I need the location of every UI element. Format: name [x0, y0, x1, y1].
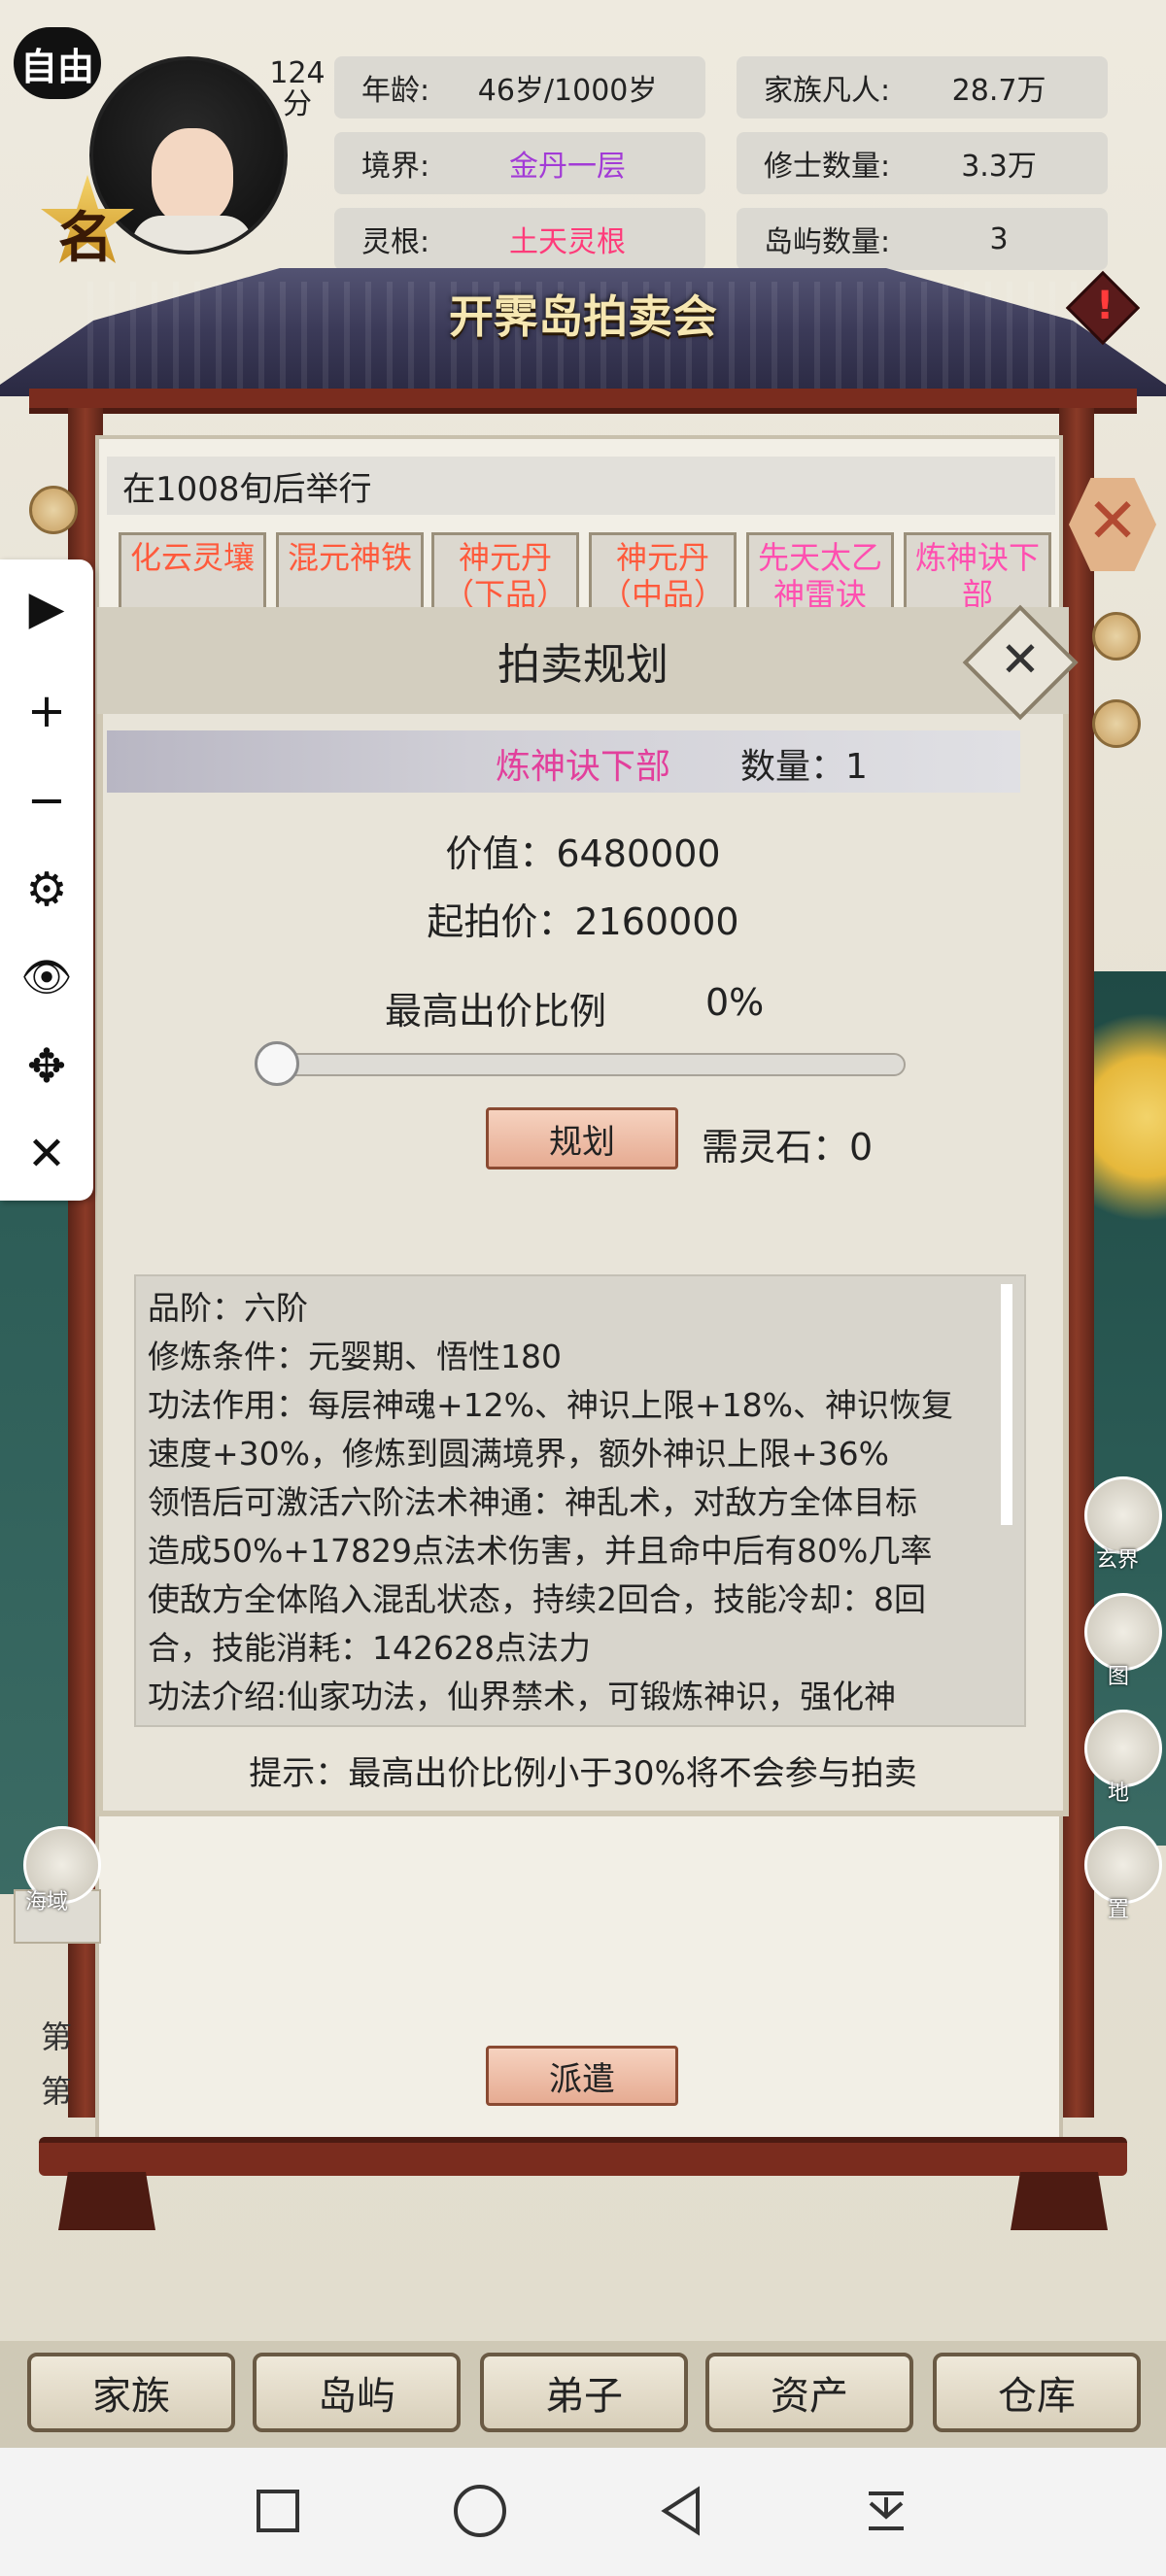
- base-foot-left: [58, 2172, 155, 2230]
- background-sea-left: [0, 1117, 78, 1894]
- map-label-land: 地: [1108, 1781, 1130, 1806]
- square-icon: [257, 2490, 299, 2532]
- coin-icon: [29, 486, 78, 534]
- move-icon[interactable]: ✥: [0, 1028, 93, 1105]
- bottom-nav-button[interactable]: 仓库: [933, 2353, 1141, 2432]
- download-icon: [869, 2491, 904, 2530]
- stat-realm: 境界: 金丹一层: [334, 132, 705, 194]
- gear-icon[interactable]: ⚙: [0, 851, 93, 929]
- circle-icon: [454, 2485, 506, 2537]
- stat-age-value: 46岁/1000岁: [477, 74, 658, 108]
- item-start-price: 起拍价：2160000: [427, 900, 739, 943]
- bottom-nav-button[interactable]: 岛屿: [253, 2353, 461, 2432]
- stat-age: 年龄: 46岁/1000岁: [334, 56, 705, 119]
- stat-cultivators-value: 3.3万: [961, 150, 1037, 184]
- score-unit: 分: [283, 87, 312, 121]
- map-label-sea: 海域: [25, 1890, 69, 1915]
- score: 124 分: [268, 58, 326, 120]
- description-scrollbar[interactable]: [1001, 1284, 1012, 1525]
- item-value: 价值：6480000: [445, 832, 721, 875]
- auction-item-tab[interactable]: 先天太乙神雷诀: [746, 532, 894, 610]
- bottom-nav-button[interactable]: 家族: [27, 2353, 235, 2432]
- bottom-nav-button[interactable]: 资产: [705, 2353, 913, 2432]
- stat-root-label: 灵根:: [361, 225, 430, 259]
- stat-islands-label: 岛屿数量:: [764, 225, 891, 259]
- plan-modal-title: 拍卖规划: [497, 640, 669, 690]
- minus-icon[interactable]: −: [0, 762, 93, 839]
- bottom-nav-button[interactable]: 弟子: [480, 2353, 688, 2432]
- stat-cultivators: 修士数量: 3.3万: [737, 132, 1108, 194]
- stat-family: 家族凡人: 28.7万: [737, 56, 1108, 119]
- alert-mark: !: [1096, 284, 1115, 328]
- bid-ratio-value: 0%: [705, 981, 765, 1024]
- modal-close-icon[interactable]: ✕: [991, 631, 1049, 688]
- stat-cultivators-label: 修士数量:: [764, 150, 891, 184]
- stat-realm-label: 境界:: [361, 150, 430, 184]
- stat-islands-value: 3: [989, 221, 1009, 256]
- plus-icon[interactable]: +: [0, 672, 93, 750]
- bid-ratio-slider-knob[interactable]: [255, 1041, 299, 1086]
- required-spirit-stone: 需灵石：0: [702, 1126, 874, 1169]
- eye-icon[interactable]: 👁: [0, 938, 93, 1016]
- play-icon[interactable]: ▶: [0, 569, 93, 647]
- auction-title: 开霁岛拍卖会: [449, 290, 717, 343]
- auction-item-tab[interactable]: 炼神诀下部: [904, 532, 1051, 610]
- auction-schedule: 在1008旬后举行: [107, 457, 1055, 515]
- base-beam: [39, 2137, 1127, 2176]
- auction-item-tab[interactable]: 神元丹（中品）: [589, 532, 737, 610]
- description-line: 使敌方全体陷入混乱状态，持续2回合，技能冷却：8回: [148, 1580, 926, 1618]
- stat-root: 灵根: 土天灵根: [334, 208, 705, 270]
- auction-item-tab[interactable]: 混元神铁: [276, 532, 424, 610]
- auction-item-tab[interactable]: 神元丹（下品）: [431, 532, 579, 610]
- item-description: 品阶：六阶修炼条件：元婴期、悟性180 功法作用：每层神魂+12%、神识上限+18…: [148, 1284, 993, 1721]
- auction-item-tab[interactable]: 化云灵壤: [119, 532, 266, 610]
- stat-islands: 岛屿数量: 3: [737, 208, 1108, 270]
- android-nav-bar: [0, 2448, 1166, 2576]
- map-label-realm: 玄界: [1096, 1548, 1140, 1573]
- roof-beam: [29, 389, 1137, 414]
- coin-icon: [1092, 612, 1141, 661]
- avatar-robe: [132, 216, 253, 251]
- stat-family-value: 28.7万: [951, 74, 1046, 108]
- side-line-1: 第: [41, 2018, 73, 2055]
- stat-family-label: 家族凡人:: [764, 74, 891, 108]
- base-foot-right: [1011, 2172, 1108, 2230]
- avatar-face: [152, 128, 233, 225]
- recent-apps-button[interactable]: [229, 2467, 326, 2555]
- description-line: 修炼条件：元婴期、悟性180: [148, 1338, 562, 1375]
- back-button[interactable]: [634, 2467, 731, 2555]
- player-avatar[interactable]: [89, 56, 288, 254]
- description-line: 功法介绍:仙家功法，仙界禁术，可锻炼神识，强化神: [148, 1678, 897, 1715]
- plan-button[interactable]: 规划: [486, 1107, 678, 1169]
- home-button[interactable]: [431, 2467, 529, 2555]
- item-quantity: 数量：1: [740, 747, 868, 787]
- description-line: 领悟后可激活六阶法术神通：神乱术，对敌方全体目标: [148, 1483, 917, 1521]
- free-mode-badge[interactable]: 自由: [14, 27, 101, 99]
- bid-ratio-slider[interactable]: [272, 1053, 906, 1076]
- coin-icon: [1092, 699, 1141, 748]
- score-value: 124: [269, 56, 326, 90]
- stat-root-value: 土天灵根: [509, 225, 627, 259]
- description-line: 品阶：六阶: [148, 1289, 308, 1327]
- description-line: 速度+30%，修炼到圆满境界，额外神识上限+36%: [148, 1435, 889, 1473]
- description-line: 造成50%+17829点法术伤害，并且命中后有80%几率: [148, 1532, 933, 1570]
- fame-label: 名: [58, 207, 113, 270]
- side-line-2: 第: [41, 2073, 73, 2110]
- bid-ratio-label: 最高出价比例: [385, 990, 607, 1033]
- stat-age-label: 年龄:: [361, 74, 430, 108]
- item-name: 炼神诀下部: [495, 747, 670, 787]
- stat-realm-value: 金丹一层: [509, 150, 627, 184]
- bid-hint: 提示：最高出价比例小于30%将不会参与拍卖: [249, 1754, 917, 1793]
- back-triangle-icon: [661, 2486, 700, 2536]
- map-label-settings: 置: [1108, 1898, 1130, 1922]
- close-icon[interactable]: ✕: [0, 1115, 93, 1193]
- dispatch-button[interactable]: 派遣: [486, 2046, 678, 2106]
- description-line: 合，技能消耗：142628点法力: [148, 1629, 591, 1667]
- notification-shade-button[interactable]: [838, 2467, 935, 2555]
- map-label-map: 图: [1108, 1665, 1130, 1689]
- description-line: 功法作用：每层神魂+12%、神识上限+18%、神识恢复: [148, 1386, 953, 1424]
